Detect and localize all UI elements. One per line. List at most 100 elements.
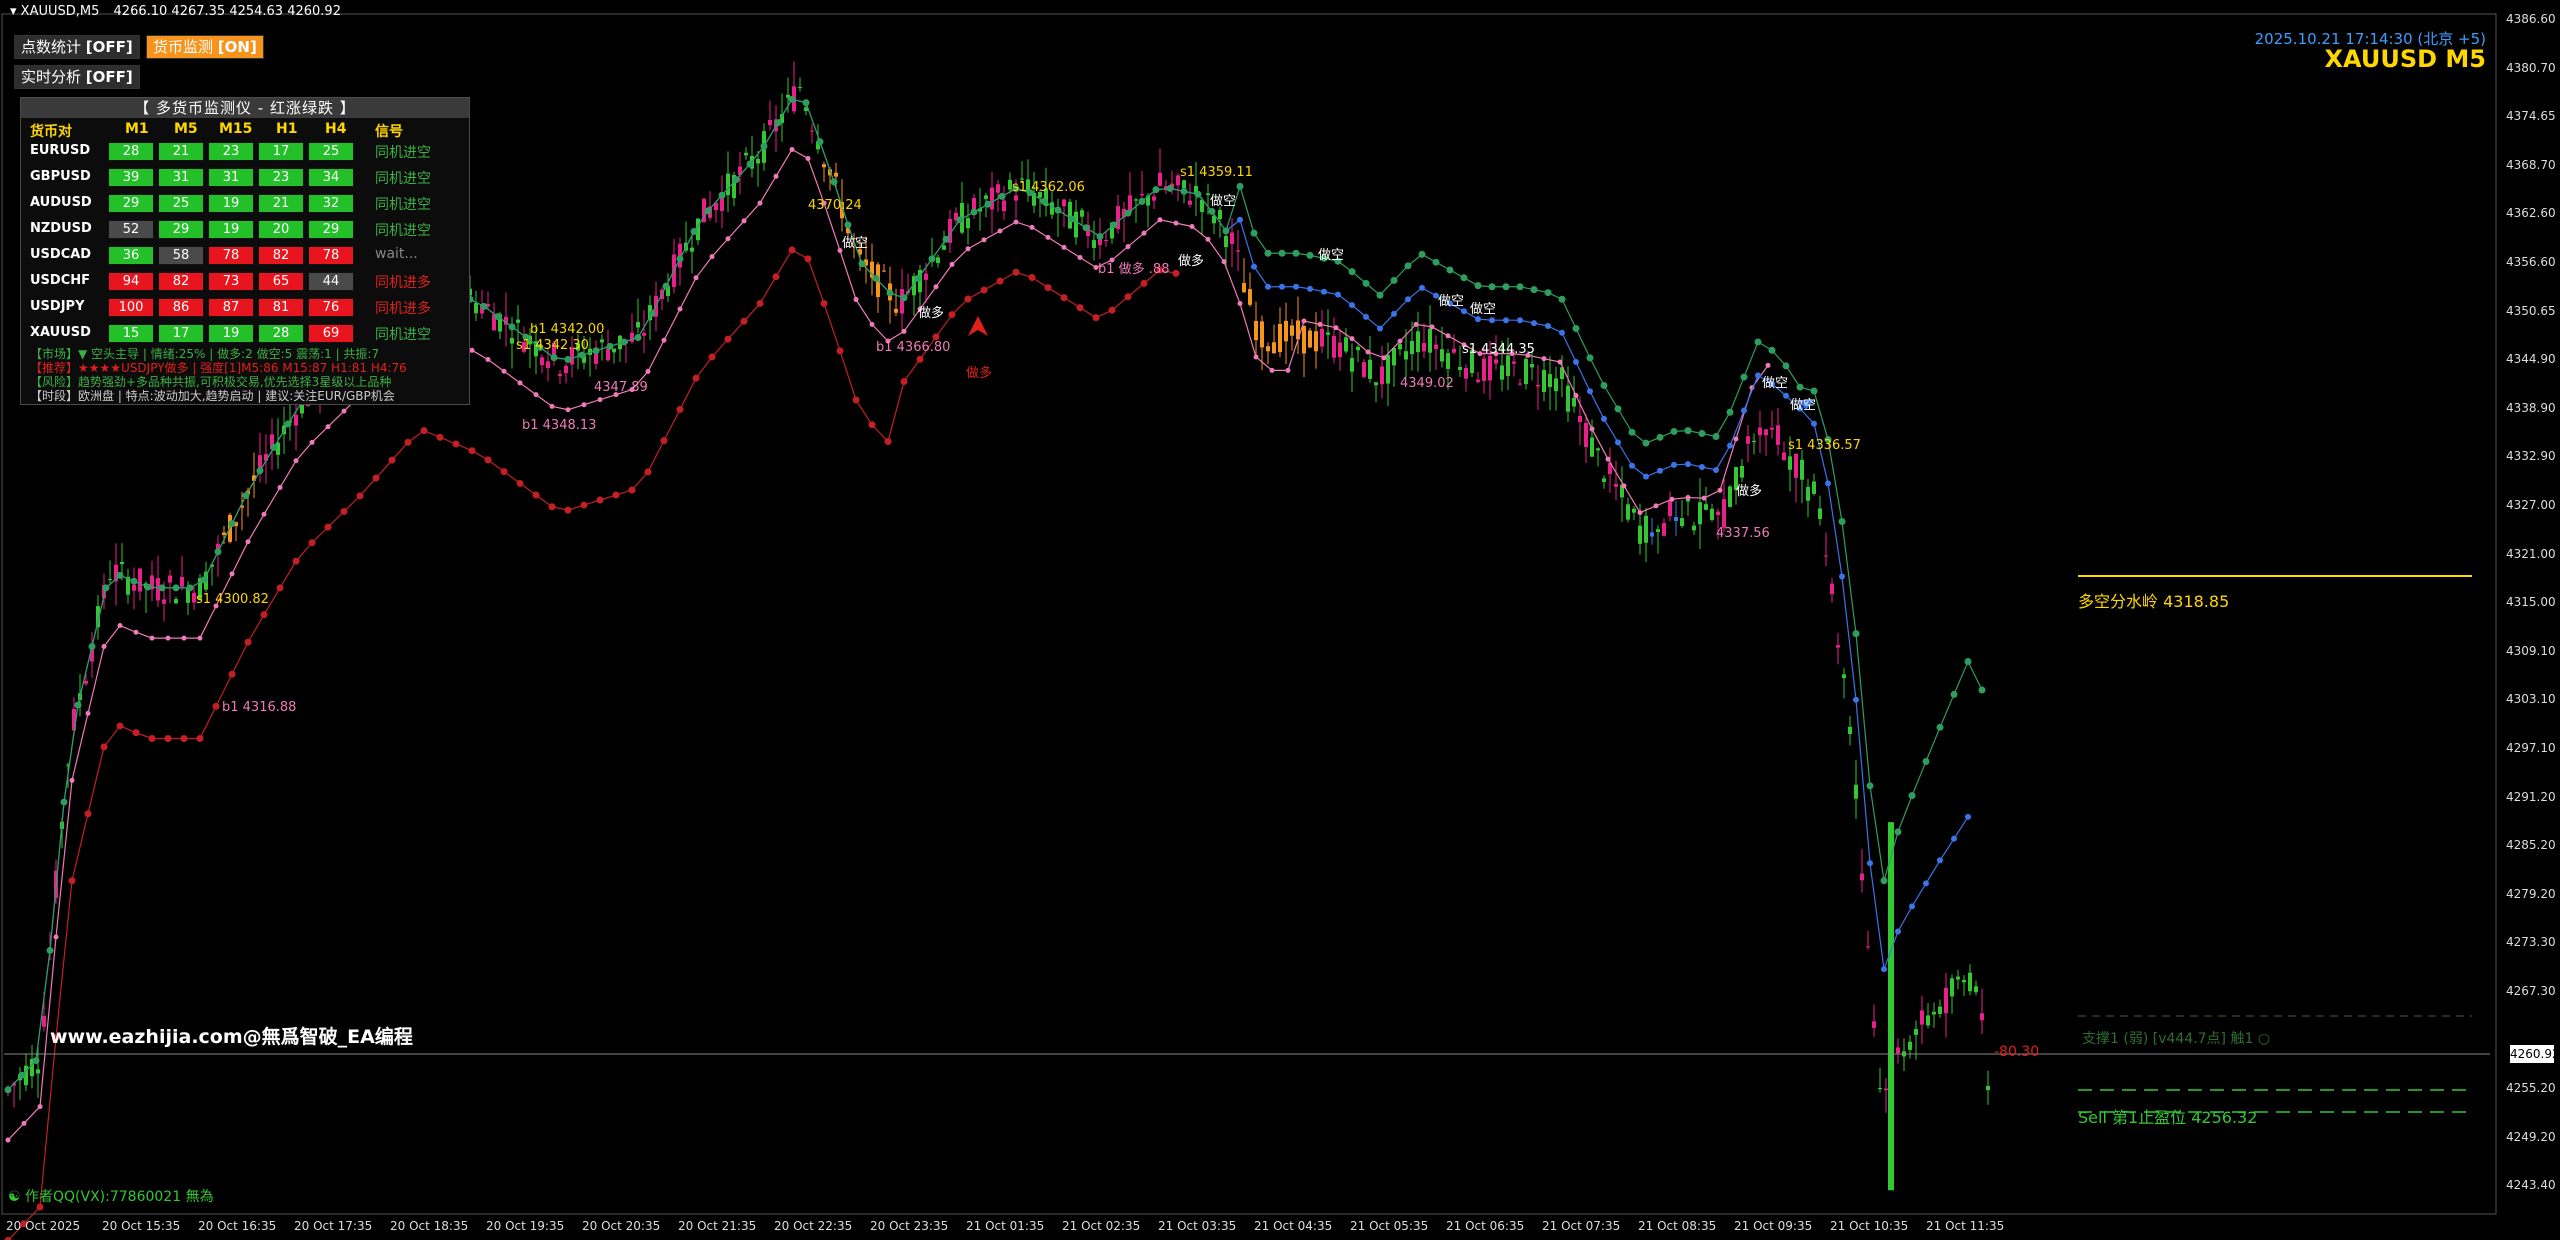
- blue-ma-dot: [1321, 288, 1327, 295]
- candle-body: [1812, 481, 1816, 494]
- strength-cell: 44: [308, 272, 354, 291]
- time-axis-label: 21 Oct 03:35: [1158, 1219, 1237, 1233]
- slow-ma-dot: [1172, 269, 1180, 277]
- candle-body: [1092, 240, 1096, 248]
- candle-body: [1284, 320, 1288, 342]
- slow-ma-dot: [1108, 306, 1116, 314]
- candle-body: [1218, 209, 1222, 219]
- fast-ma-dot: [1653, 503, 1659, 509]
- chart-annotation: 4347.89: [594, 380, 648, 395]
- green-ma-dot: [1418, 250, 1426, 258]
- green-ma-dot: [774, 119, 782, 127]
- slow-ma-dot: [388, 456, 396, 464]
- green-ma-dot: [830, 178, 838, 186]
- green-ma-dot: [1670, 427, 1678, 435]
- candle-body: [1524, 358, 1528, 385]
- monitor-pair[interactable]: NZDUSD: [30, 221, 92, 236]
- fast-ma-dot: [1269, 367, 1275, 373]
- green-ma-dot: [1054, 206, 1062, 214]
- candle-body: [1842, 674, 1846, 679]
- strength-cell: 29: [108, 194, 154, 213]
- green-ma-dot: [1404, 262, 1412, 270]
- slow-ma-dot: [1140, 279, 1148, 287]
- fast-ma-dot: [1141, 230, 1147, 236]
- price-axis-label: 4297.10: [2506, 741, 2556, 755]
- monitor-pair[interactable]: GBPUSD: [30, 169, 91, 184]
- slow-ma-dot: [132, 729, 140, 737]
- candle-body: [1482, 358, 1486, 381]
- green-ma-dot: [914, 274, 922, 282]
- strength-cell: 82: [258, 246, 304, 265]
- green-ma-dot: [102, 584, 110, 592]
- monitor-pair[interactable]: USDJPY: [30, 299, 85, 314]
- green-ma-dot: [1586, 354, 1594, 362]
- green-ma-dot: [1180, 187, 1188, 195]
- chart-annotation: 4349.02: [1400, 376, 1454, 391]
- candle-body: [1770, 427, 1774, 430]
- slow-ma-dot: [1124, 293, 1132, 301]
- chart-annotation: 4370.24: [808, 198, 862, 213]
- slow-ma-dot: [308, 539, 316, 547]
- candle-body: [966, 218, 970, 229]
- green-ma-dot: [130, 577, 138, 585]
- green-ma-dot: [718, 191, 726, 199]
- candle-body: [1710, 508, 1714, 520]
- monitor-signal: 同机进空: [375, 145, 431, 161]
- chart-annotation: 做空: [1438, 294, 1465, 309]
- time-axis-label: 21 Oct 09:35: [1734, 1219, 1813, 1233]
- fast-ma-dot: [949, 261, 955, 267]
- green-ma-dot: [1558, 295, 1566, 303]
- fast-ma-dot: [277, 485, 283, 491]
- monitor-pair[interactable]: EURUSD: [30, 143, 90, 158]
- candle-body: [810, 130, 814, 132]
- slow-ma-dot: [292, 557, 300, 565]
- strength-cell: 52: [108, 220, 154, 239]
- green-ma-dot: [634, 334, 642, 342]
- monitor-pair[interactable]: AUDUSD: [30, 195, 92, 210]
- currency-monitor-button[interactable]: 货币监测 [ON]: [146, 35, 264, 59]
- price-axis-label: 4243.40: [2506, 1178, 2556, 1193]
- candle-body: [180, 576, 184, 587]
- candle-body: [1782, 452, 1786, 461]
- blue-ma-dot: [1825, 480, 1831, 487]
- green-ma-dot: [1502, 283, 1510, 291]
- blue-ma-dot: [1349, 302, 1355, 309]
- price-axis-label: 4273.30: [2506, 935, 2556, 950]
- points-stat-button[interactable]: 点数统计 [OFF]: [14, 35, 140, 59]
- candle-body: [600, 339, 604, 343]
- candle-body: [1584, 422, 1588, 448]
- candle-body: [1656, 529, 1660, 533]
- green-ma-dot: [816, 138, 824, 146]
- fast-ma-dot: [485, 357, 491, 363]
- time-axis-label: 20 Oct 23:35: [870, 1219, 949, 1233]
- candle-body: [1416, 331, 1420, 353]
- candle-body: [642, 332, 646, 336]
- fast-ma-dot: [85, 710, 91, 716]
- green-ma-dot: [788, 95, 796, 103]
- monitor-pair[interactable]: USDCHF: [30, 273, 90, 288]
- buy-arrow-icon: [968, 316, 988, 336]
- fast-ma-dot: [1669, 496, 1675, 502]
- candle-body: [1410, 340, 1414, 355]
- candle-body: [942, 245, 946, 250]
- candle-body: [1050, 202, 1054, 215]
- fast-ma-dot: [1253, 354, 1259, 360]
- chart-menu-icon[interactable]: ▾: [10, 4, 17, 19]
- strength-cell: 31: [158, 168, 204, 187]
- blue-ma-dot: [1867, 860, 1873, 867]
- slow-ma-dot: [532, 491, 540, 499]
- fast-ma-dot: [1701, 495, 1707, 501]
- monitor-pair[interactable]: XAUUSD: [30, 325, 91, 340]
- candle-body: [1854, 784, 1858, 799]
- monitor-pair[interactable]: USDCAD: [30, 247, 91, 262]
- realtime-analysis-button[interactable]: 实时分析 [OFF]: [14, 65, 140, 89]
- candle-body: [1800, 459, 1804, 480]
- fast-ma-dot: [1541, 356, 1547, 362]
- blue-ma-dot: [1839, 573, 1845, 580]
- blue-ma-dot: [1391, 310, 1397, 317]
- fast-ma-dot: [1285, 367, 1291, 373]
- green-ma-dot: [480, 302, 488, 310]
- price-axis-label: 4267.30: [2506, 984, 2556, 998]
- fast-ma-dot: [1205, 236, 1211, 242]
- candle-body: [1320, 328, 1324, 347]
